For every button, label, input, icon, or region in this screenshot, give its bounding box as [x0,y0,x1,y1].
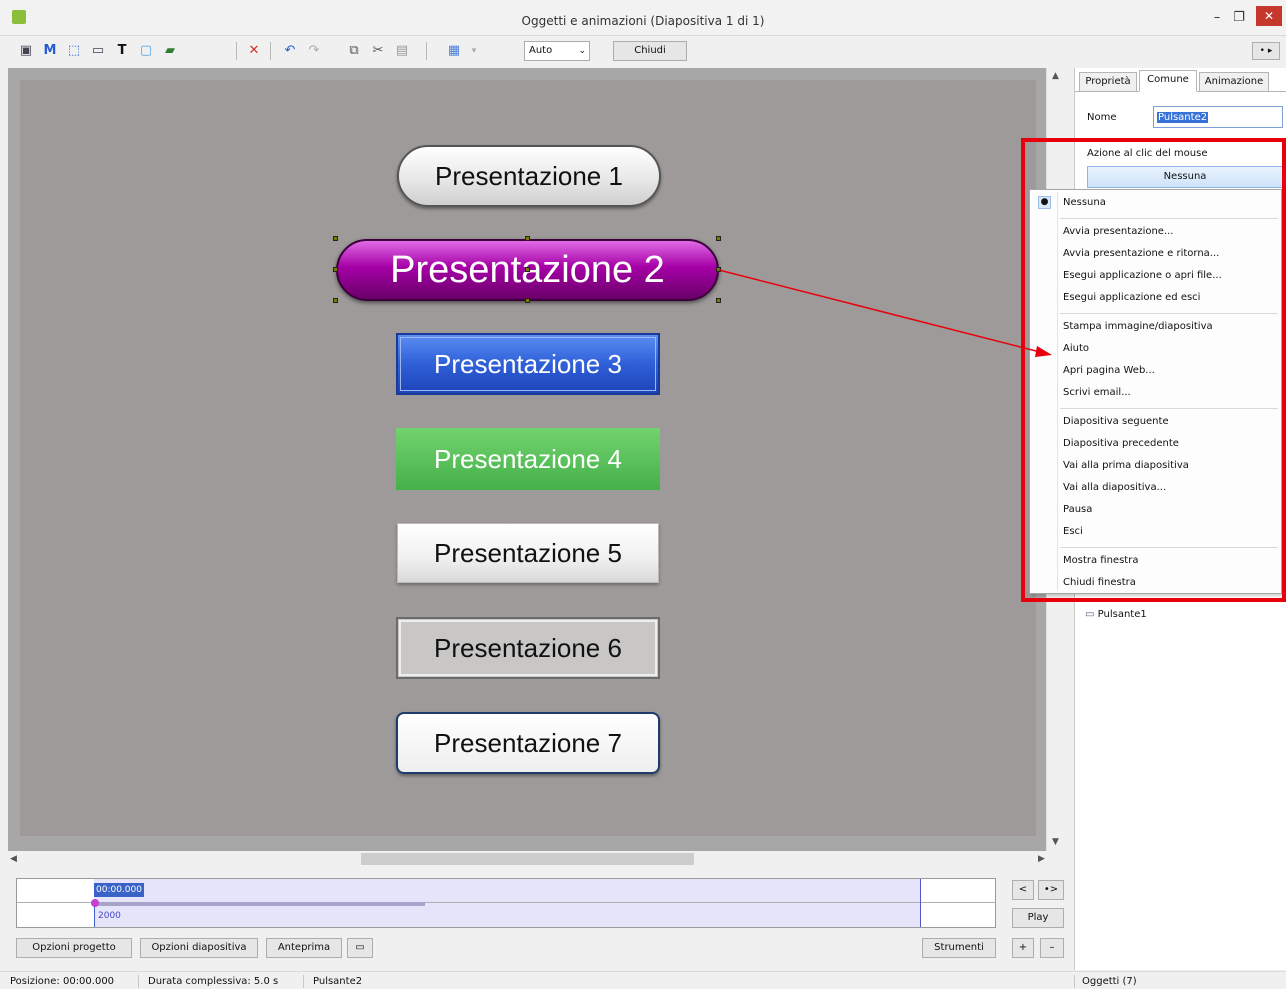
prev-keyframe-button[interactable]: < [1012,880,1034,900]
status-duration: Durata complessiva: 5.0 s [148,976,279,987]
slide-button-3[interactable]: Presentazione 3 [396,333,660,395]
zoom-value: Auto [529,45,553,56]
grid-dropdown-icon[interactable]: ▾ [464,41,484,61]
play-button[interactable]: Play [1012,908,1064,928]
slide-button-5[interactable]: Presentazione 5 [397,523,659,583]
time-value: 2000 [98,911,121,921]
horizontal-scrollbar[interactable]: ◀ ▶ [8,851,1063,868]
timeline-track[interactable] [95,902,425,906]
resize-handle[interactable] [716,298,721,303]
keyframe-marker[interactable] [91,899,99,907]
window-icon[interactable]: ▭ [347,938,373,958]
next-keyframe-button[interactable]: •> [1038,880,1064,900]
slide-button-1[interactable]: Presentazione 1 [397,145,661,207]
object-list-item[interactable]: ▭ Pulsante1 [1085,609,1147,620]
name-label: Nome [1087,112,1117,123]
preview-button[interactable]: Anteprima [266,938,342,958]
timeline-end-marker[interactable] [920,879,921,927]
redo-icon[interactable]: ↷ [304,41,324,61]
resize-handle[interactable] [525,298,530,303]
close-button[interactable]: Chiudi [613,41,687,61]
maximize-button[interactable]: ❐ [1228,8,1250,28]
status-object: Pulsante2 [313,976,363,987]
slide-button-4[interactable]: Presentazione 4 [396,428,660,490]
slide-button-7[interactable]: Presentazione 7 [396,712,660,774]
toolbar-separator [236,42,237,60]
resize-handle[interactable] [525,236,530,241]
scroll-up-icon[interactable]: ▲ [1047,68,1064,85]
grid-icon[interactable]: ▦ [444,41,464,61]
center-handle[interactable] [525,267,530,272]
tab-properties[interactable]: Proprietà [1079,72,1137,92]
object-list-label: Pulsante1 [1097,609,1147,620]
toolbar-separator [426,42,427,60]
status-separator [138,975,139,988]
button-object-icon[interactable]: ▭ [88,41,108,61]
status-separator [303,975,304,988]
panel-toggle-button[interactable]: • ▸ [1252,42,1280,60]
resize-handle[interactable] [716,267,721,272]
scroll-right-icon[interactable]: ▶ [1038,851,1045,868]
status-separator [1074,975,1075,988]
frame-icon[interactable]: ⬚ [64,41,84,61]
slideshow-icon[interactable]: ▣ [16,41,36,61]
button-object-icon: ▭ [1085,609,1095,620]
tab-common[interactable]: Comune [1139,70,1197,92]
undo-icon[interactable]: ↶ [280,41,300,61]
remove-button[interactable]: – [1040,938,1064,958]
name-value: Pulsante2 [1157,112,1209,123]
image-icon[interactable]: ▰ [160,41,180,61]
slide-options-button[interactable]: Opzioni diapositiva [140,938,258,958]
cut-icon[interactable]: ✂ [368,41,388,61]
paste-icon[interactable]: ▤ [392,41,412,61]
project-options-button[interactable]: Opzioni progetto [16,938,132,958]
objects-count: Oggetti (7) [1082,976,1137,987]
scroll-down-icon[interactable]: ▼ [1047,834,1064,851]
delete-icon[interactable]: ✕ [244,41,264,61]
status-bar: Posizione: 00:00.000 Durata complessiva:… [0,971,1286,989]
zoom-select[interactable]: Auto ⌄ [524,41,590,61]
mask-icon[interactable]: M [40,41,60,61]
scroll-thumb[interactable] [361,853,694,865]
resize-handle[interactable] [333,236,338,241]
name-input[interactable]: Pulsante2 [1153,106,1283,128]
highlight-box [1021,138,1286,602]
window-title: Oggetti e animazioni (Diapositiva 1 di 1… [521,14,765,28]
tab-animation[interactable]: Animazione [1199,72,1269,92]
timeline[interactable]: 00:00.000 2000 [16,878,996,928]
add-button[interactable]: + [1012,938,1034,958]
copy-icon[interactable]: ⧉ [344,41,364,61]
rectangle-icon[interactable]: ▢ [136,41,156,61]
status-position: Posizione: 00:00.000 [10,976,115,987]
text-icon[interactable]: T [112,41,132,61]
scroll-left-icon[interactable]: ◀ [10,851,17,868]
title-bar: Oggetti e animazioni (Diapositiva 1 di 1… [0,0,1286,36]
minimize-button[interactable]: – [1206,8,1228,28]
resize-handle[interactable] [716,236,721,241]
tools-button[interactable]: Strumenti [922,938,996,958]
close-window-button[interactable]: ✕ [1256,6,1282,26]
time-label: 00:00.000 [94,883,144,897]
resize-handle[interactable] [333,267,338,272]
chevron-down-icon: ⌄ [578,46,586,56]
resize-handle[interactable] [333,298,338,303]
toolbar-separator [270,42,271,60]
slide-button-6[interactable]: Presentazione 6 [396,617,660,679]
